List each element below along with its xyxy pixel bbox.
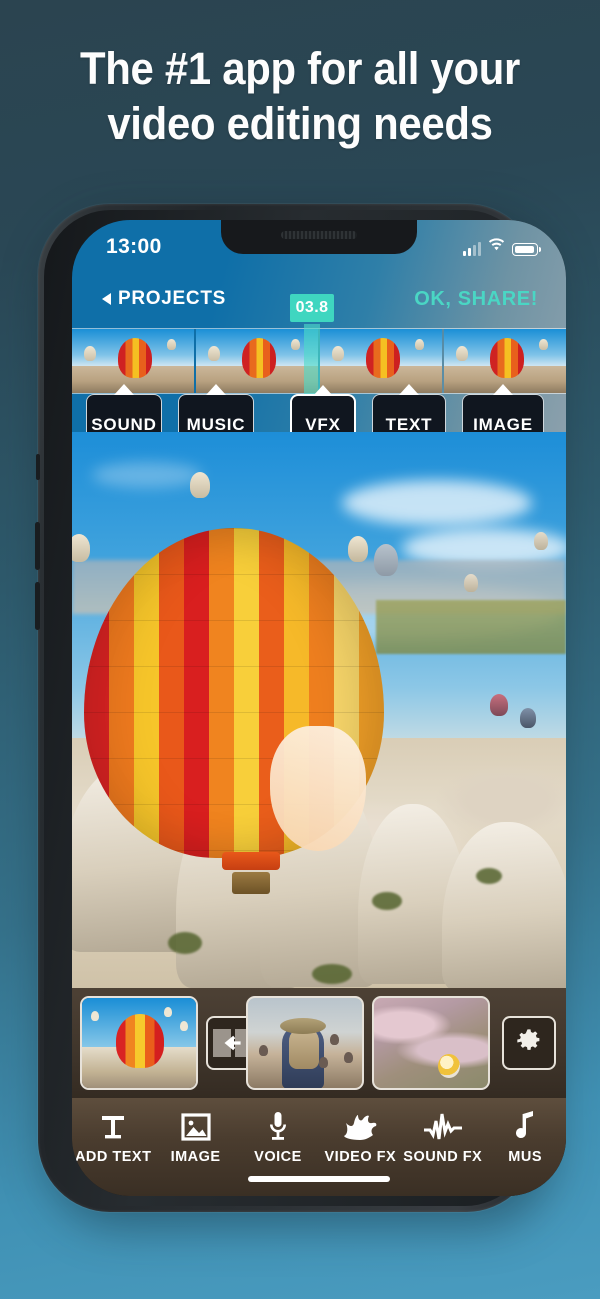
status-time: 13:00 [106,235,162,258]
waveform-icon [423,1108,463,1142]
toolbar-item-image[interactable]: IMAGE [154,1108,236,1178]
back-to-projects-button[interactable]: PROJECTS [102,288,226,310]
chip-pointer-icon [399,384,419,395]
shrub [476,868,502,884]
clip-tray [72,988,566,1098]
phone-volume-up-button[interactable] [35,522,40,570]
video-preview[interactable] [72,432,566,988]
phone-screen: 13:00 PROJECTS OK, SHARE! 03.8 SOUND MUS… [72,220,566,1196]
text-t-icon [98,1108,128,1142]
cloud [92,462,202,488]
background-balloon [520,708,536,728]
playhead-time-badge: 03.8 [290,294,334,322]
shrub [372,892,402,910]
triangle-left-icon [102,293,111,305]
burst-star-icon [342,1108,378,1142]
status-bar: 13:00 [72,220,566,276]
home-indicator[interactable] [248,1176,390,1182]
clip-thumbnail-aerial-landscape[interactable] [372,996,490,1090]
cloud [342,480,532,526]
editor-top-panel: 13:00 PROJECTS OK, SHARE! 03.8 SOUND MUS… [72,220,566,456]
toolbar-item-music[interactable]: MUS [484,1108,566,1178]
clip-thumbnail-woman-with-hat[interactable] [246,996,364,1090]
toolbar-label: VOICE [254,1149,302,1165]
background-balloon [464,574,478,592]
background-balloon [534,532,548,550]
phone-mockup: 13:00 PROJECTS OK, SHARE! 03.8 SOUND MUS… [35,204,566,1234]
toolbar-label: ADD TEXT [74,1149,152,1165]
toolbar-item-sound-fx[interactable]: SOUND FX [402,1108,484,1178]
earpiece-speaker [281,231,357,239]
background-balloon [72,534,90,562]
balloon-skirt [222,852,280,870]
timeline-thumbnail[interactable] [320,329,442,393]
status-icons [463,238,542,256]
farm-field [376,600,566,654]
shrub [312,964,352,984]
image-icon [180,1108,212,1142]
background-balloon [348,536,368,562]
toolbar-item-add-text[interactable]: ADD TEXT [72,1108,154,1178]
toolbar-label: MUS [508,1149,543,1165]
clip-settings-button[interactable] [502,1016,556,1070]
toolbar-label: VIDEO FX [324,1149,397,1165]
phone-volume-down-button[interactable] [35,582,40,630]
toolbar-label: IMAGE [170,1149,221,1165]
toolbar-item-video-fx[interactable]: VIDEO FX [319,1108,401,1178]
microphone-icon [265,1108,291,1142]
timeline-track-chips: SOUND MUSIC VFX TEXT IMAGE [72,384,566,456]
gear-icon [515,1027,543,1060]
wifi-icon [488,238,505,256]
bottom-toolbar: ADD TEXT IMAGE VOICE VIDEO FX SOUND FX M… [72,1098,566,1196]
phone-silent-switch[interactable] [36,454,40,480]
back-label: PROJECTS [118,288,227,309]
chip-pointer-icon [114,384,134,395]
cellular-signal-icon [463,242,481,256]
headline-line-2: video editing needs [107,97,493,149]
balloon-basket [232,872,270,894]
shrub [168,932,202,954]
toolbar-label: SOUND FX [403,1149,483,1165]
battery-icon [512,243,542,256]
background-balloon [374,544,398,576]
toolbar-item-voice[interactable]: VOICE [237,1108,319,1178]
headline-line-1: The #1 app for all your [79,43,521,94]
chip-pointer-icon [313,385,333,396]
background-balloon [490,694,508,716]
share-button[interactable]: OK, SHARE! [414,288,538,311]
chip-pointer-icon [493,384,513,395]
chip-pointer-icon [206,384,226,395]
phone-notch [221,220,417,254]
clip-thumbnail-balloon-sky[interactable] [80,996,198,1090]
music-note-icon [513,1108,537,1142]
promo-headline: The #1 app for all your video editing ne… [21,42,579,152]
background-balloon [190,472,210,498]
